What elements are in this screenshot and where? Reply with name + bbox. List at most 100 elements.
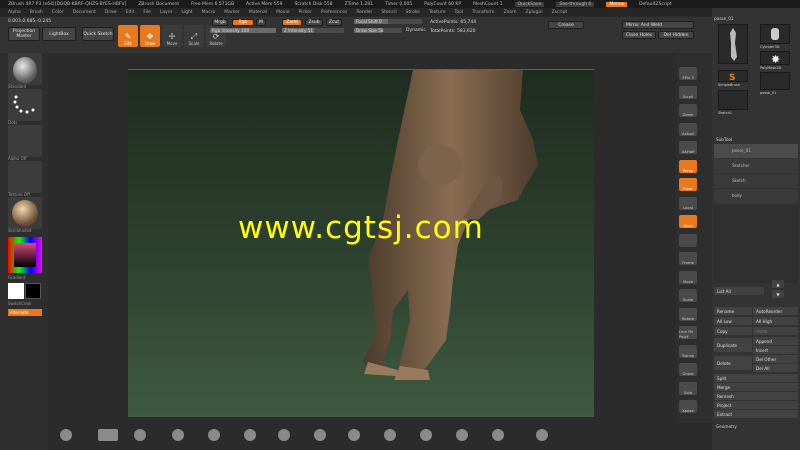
menu-item-file[interactable]: File xyxy=(143,10,151,15)
view-button-transp[interactable]: Transp xyxy=(679,344,697,358)
subtool-header[interactable]: SubTool xyxy=(716,137,732,142)
duplicate-button[interactable]: Duplicate xyxy=(714,338,752,352)
brush-icon[interactable] xyxy=(492,429,504,441)
brush-icon[interactable] xyxy=(172,429,184,441)
del-all-button[interactable]: Del All xyxy=(753,364,798,372)
project-button[interactable]: Project xyxy=(714,401,798,409)
tool-thumb-simplebrush[interactable]: S xyxy=(718,70,748,83)
subtool-item[interactable]: body xyxy=(714,189,798,203)
brush-icon[interactable] xyxy=(456,429,468,441)
tool-thumb-posse[interactable] xyxy=(718,24,748,64)
view-button-rotate[interactable]: Rotate xyxy=(679,307,697,321)
dynamic-toggle[interactable]: Dynamic xyxy=(406,28,426,33)
stroke-slot[interactable] xyxy=(8,89,42,121)
menu-item-brush[interactable]: Brush xyxy=(30,10,43,15)
view-button-move[interactable]: Move xyxy=(679,270,697,284)
arrow-down-button[interactable]: ▼ xyxy=(772,290,784,298)
all-high-button[interactable]: All High xyxy=(753,317,798,325)
view-button-scale[interactable]: Scale xyxy=(679,289,697,302)
view-button-spix-3[interactable]: SPix 3 xyxy=(679,67,697,80)
subtool-item[interactable]: posse_01 xyxy=(714,144,798,158)
main-color-swatch[interactable] xyxy=(8,283,24,299)
seethrough-slider[interactable]: See-through 0 xyxy=(556,1,595,7)
view-button-solo[interactable]: Solo xyxy=(679,381,697,395)
viewport-canvas[interactable]: www.cgtsj.com xyxy=(128,69,594,417)
menu-item-zoom[interactable]: Zoom xyxy=(504,10,517,15)
material-slot[interactable] xyxy=(8,197,42,229)
brush-slot[interactable] xyxy=(8,53,42,85)
menu-item-draw[interactable]: Draw xyxy=(105,10,117,15)
projection-master-button[interactable]: Projection Master xyxy=(8,27,40,41)
menu-item-stencil[interactable]: Stencil xyxy=(381,10,396,15)
rgb-button[interactable]: Rgb xyxy=(232,19,254,26)
close-holes-button[interactable]: Close Holes xyxy=(622,31,656,39)
z-intensity-slider[interactable]: Z Intensity 51 xyxy=(282,28,344,33)
crease-button[interactable]: Crease xyxy=(548,21,584,29)
rename-button[interactable]: Rename xyxy=(714,307,752,315)
menu-item-tool[interactable]: Tool xyxy=(454,10,463,15)
view-button-actual[interactable]: Actual xyxy=(679,122,697,136)
menu-item-macro[interactable]: Macro xyxy=(202,10,216,15)
menus-button[interactable]: Menus xyxy=(606,1,628,7)
paste-button[interactable]: Paste xyxy=(753,327,798,335)
view-button-ghost[interactable]: Ghost xyxy=(679,363,697,376)
menu-item-transform[interactable]: Transform xyxy=(472,10,494,15)
menu-item-movie[interactable]: Movie xyxy=(276,10,289,15)
arrow-up-button[interactable]: ▲ xyxy=(772,280,784,288)
draw-size-slider[interactable]: Draw Size 58 xyxy=(354,28,402,33)
tool-thumb-polymesh[interactable]: ✸ xyxy=(760,51,790,66)
subtool-item[interactable]: Sketcher xyxy=(714,159,798,173)
tool-scale-button[interactable]: ⤢ Scale xyxy=(184,25,204,47)
view-button-scroll[interactable]: Scroll xyxy=(679,85,697,99)
brush-icon[interactable] xyxy=(244,429,256,441)
alternate-button[interactable]: Alternate xyxy=(8,309,42,316)
alpha-slot[interactable] xyxy=(8,125,42,157)
del-hidden-button[interactable]: Del Hidden xyxy=(658,31,694,39)
view-button-local[interactable]: Local xyxy=(679,196,697,210)
tool-draw-button[interactable]: ✥ Draw xyxy=(140,25,160,47)
extract-button[interactable]: Extract xyxy=(714,410,798,418)
del-other-button[interactable]: Del Other xyxy=(753,355,798,363)
all-low-button[interactable]: All Low xyxy=(714,317,752,325)
menu-item-zplugin[interactable]: Zplugin xyxy=(526,10,543,15)
brush-icon[interactable] xyxy=(98,429,118,441)
brush-icon[interactable] xyxy=(134,429,146,441)
menu-item-texture[interactable]: Texture xyxy=(429,10,445,15)
autoreorder-button[interactable]: AutoReorder xyxy=(753,307,798,315)
brush-icon[interactable] xyxy=(420,429,432,441)
zadd-button[interactable]: Zadd xyxy=(282,19,302,26)
color-picker[interactable] xyxy=(8,237,42,273)
view-button-frame[interactable]: Frame xyxy=(679,252,697,265)
gradient-label[interactable]: Gradient xyxy=(8,275,25,280)
insert-button[interactable]: Insert xyxy=(753,346,798,354)
menu-item-light[interactable]: Light xyxy=(181,10,192,15)
view-button-floor[interactable]: Floor xyxy=(679,178,697,191)
menu-item-preferences[interactable]: Preferences xyxy=(321,10,347,15)
remesh-button[interactable]: Remesh xyxy=(714,392,798,400)
brush-icon[interactable] xyxy=(60,429,72,441)
geometry-header[interactable]: Geometry xyxy=(716,424,737,429)
secondary-color-swatch[interactable] xyxy=(25,283,41,299)
tool-thumb-sketch[interactable] xyxy=(718,90,748,110)
brush-icon[interactable] xyxy=(348,429,360,441)
view-button-zoom[interactable]: Zoom xyxy=(679,104,697,117)
view-button-persp[interactable]: Persp xyxy=(679,159,697,173)
lightbox-button[interactable]: LightBox xyxy=(42,27,76,41)
append-button[interactable]: Append xyxy=(753,337,798,345)
menu-item-color[interactable]: Color xyxy=(52,10,64,15)
tool-edit-button[interactable]: ✎ Edit xyxy=(118,25,138,47)
default-zscript-button[interactable]: DefaultZScript xyxy=(639,2,672,7)
menu-item-material[interactable]: Material xyxy=(249,10,267,15)
view-button-aahalf[interactable]: AAHalf xyxy=(679,141,697,154)
quick-sketch-button[interactable]: Quick Sketch xyxy=(82,27,114,41)
split-button[interactable]: Split xyxy=(714,374,798,382)
tool-thumb-cylinder[interactable] xyxy=(760,24,790,44)
brush-icon[interactable] xyxy=(384,429,396,441)
switchcolor-button[interactable]: SwitchColor xyxy=(8,301,32,306)
delete-button[interactable]: Delete xyxy=(714,356,752,370)
menu-item-alpha[interactable]: Alpha xyxy=(8,10,21,15)
view-button-line-fill-polyf[interactable]: Line Fill PolyF xyxy=(679,326,697,339)
list-all-button[interactable]: List All xyxy=(714,287,764,295)
view-button-xpose[interactable]: Xpose xyxy=(679,400,697,413)
mrgb-button[interactable]: Mrgb xyxy=(212,19,228,26)
